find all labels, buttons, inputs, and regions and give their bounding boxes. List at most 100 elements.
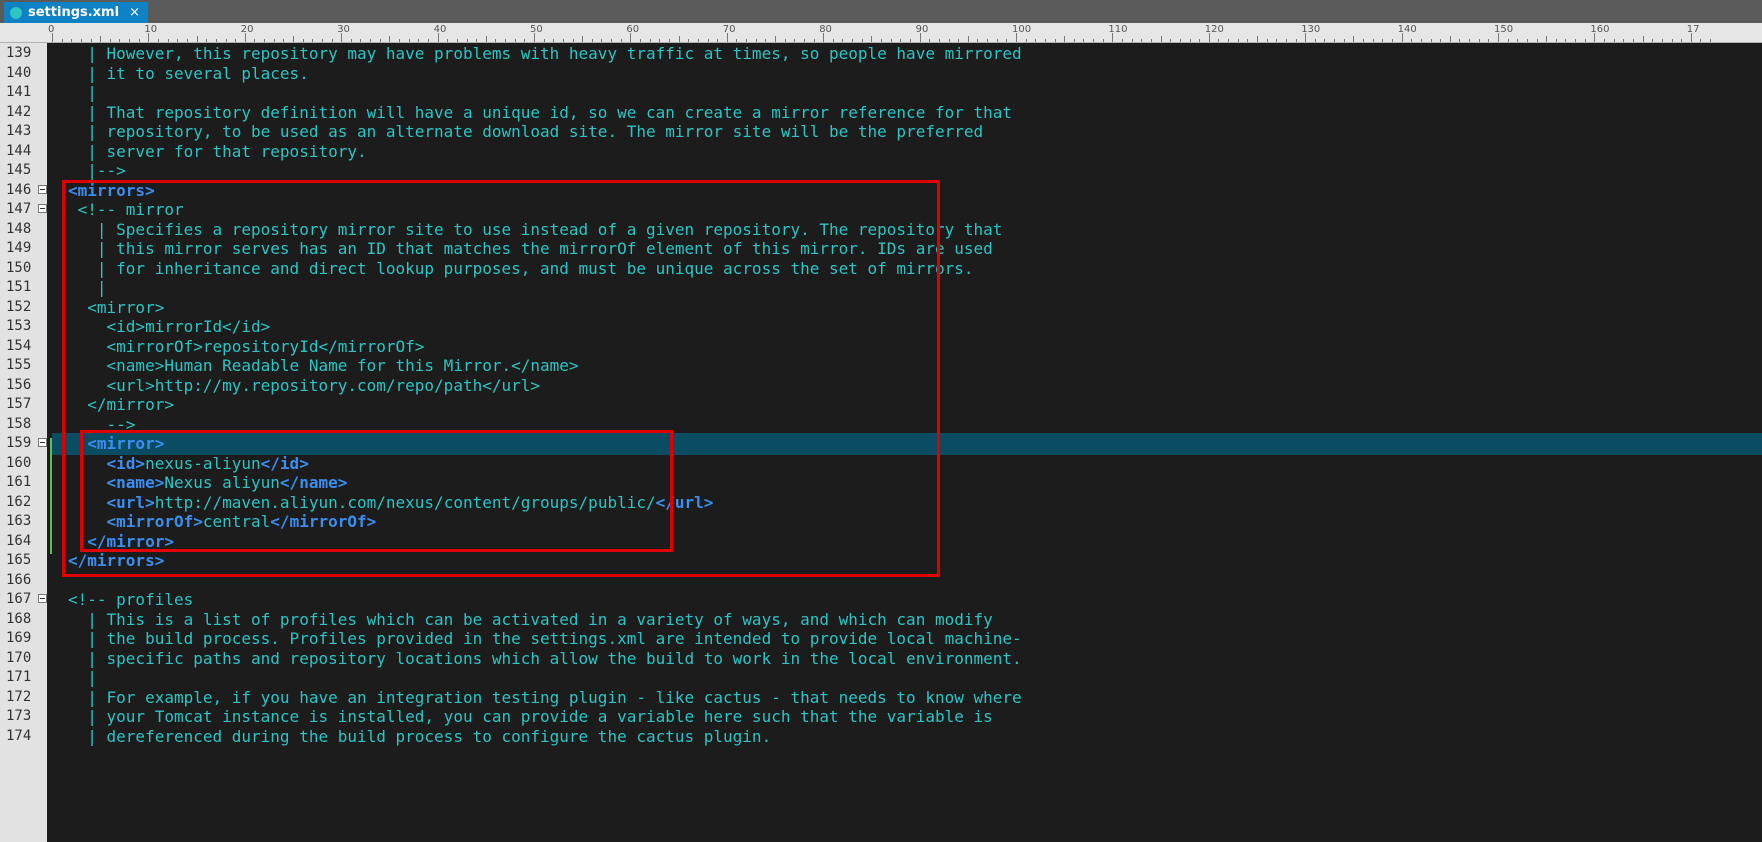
line-number: 174 [6, 727, 32, 744]
ruler-tick [967, 36, 969, 42]
ruler-tick [514, 39, 516, 42]
ruler-tick [543, 39, 545, 42]
gutter-line: 174 [0, 726, 47, 748]
line-number: 168 [6, 610, 32, 627]
ruler-tick [61, 39, 63, 42]
ruler-tick [1343, 39, 1345, 42]
line-number: 161 [6, 474, 32, 490]
ruler-tick [890, 39, 892, 42]
ruler-tick [225, 39, 227, 42]
ruler-tick [264, 39, 266, 42]
ruler-tick [736, 39, 738, 42]
ruler-tick [1517, 39, 1519, 42]
ruler-tick [1681, 39, 1683, 42]
line-number: 142 [6, 103, 32, 120]
ruler-tick [1150, 39, 1152, 42]
ruler-tick [1025, 39, 1027, 42]
ruler-tick [765, 39, 767, 42]
ruler-label: 70 [722, 24, 736, 35]
line-number: 155 [6, 357, 32, 373]
ruler-tick [1391, 39, 1393, 42]
ruler-tick [784, 39, 786, 42]
line-number: 167 [6, 591, 32, 607]
ruler-tick [1228, 39, 1230, 42]
line-number: 170 [6, 649, 32, 666]
ruler-tick [1160, 36, 1162, 42]
ruler-tick [1449, 36, 1451, 42]
ruler-tick [1623, 39, 1625, 42]
ruler-label: 30 [337, 24, 350, 35]
ruler-tick [803, 39, 805, 42]
line-number: 140 [6, 64, 32, 81]
ruler-tick [379, 39, 381, 42]
ruler-tick [418, 39, 420, 42]
ruler-tick [427, 39, 429, 42]
ruler-tick [283, 39, 285, 42]
ruler-tick [1083, 39, 1085, 42]
ruler-tick [572, 39, 574, 42]
line-number: 173 [6, 708, 32, 724]
ruler-tick [938, 39, 940, 42]
line-number: 153 [6, 318, 32, 334]
ruler-tick [1044, 39, 1046, 42]
ruler-tick [456, 39, 458, 42]
ruler-tick [1102, 39, 1104, 42]
ruler-tick [697, 39, 699, 42]
ruler-tick [707, 39, 709, 42]
line-number: 143 [6, 123, 32, 139]
fold-toggle-icon[interactable] [38, 438, 47, 447]
ruler-label: 0 [48, 24, 55, 35]
ruler-tick [1199, 39, 1201, 42]
ruler-tick [215, 39, 217, 42]
tab-bar: settings.xml × [0, 0, 1762, 23]
ruler-tick [987, 39, 989, 42]
line-number: 158 [6, 415, 32, 432]
line-number-gutter: 139 140 141 142 143 144 145 146 147 148 149 150 151 1… [0, 43, 47, 842]
line-number: 169 [6, 630, 32, 646]
ruler-label: 140 [1397, 24, 1417, 35]
ruler-tick [1440, 39, 1442, 42]
ruler-tick [1555, 39, 1557, 42]
ruler-tick [1661, 39, 1663, 42]
ruler-tick [71, 39, 73, 42]
ruler-tick [90, 39, 92, 42]
ruler-tick [254, 39, 256, 42]
fold-toggle-icon[interactable] [38, 594, 47, 603]
ruler-tick [717, 39, 719, 42]
ruler-tick [1093, 39, 1095, 42]
fold-toggle-icon[interactable] [38, 184, 47, 194]
ruler-tick [206, 39, 208, 42]
ruler-tick [948, 39, 950, 42]
ruler-tick [1642, 36, 1644, 42]
ruler-tick [794, 39, 796, 42]
ruler-label: 10 [144, 24, 158, 35]
ruler-tick [1575, 39, 1577, 42]
code-text: | dereferenced during the build process … [68, 726, 772, 746]
ruler-tick [1035, 39, 1037, 42]
close-icon[interactable]: × [129, 5, 140, 20]
tab-settings-xml[interactable]: settings.xml × [4, 2, 148, 23]
code-line[interactable]: | dereferenced during the build process … [52, 726, 1762, 748]
ruler-tick [842, 39, 844, 42]
ruler-tick [158, 39, 160, 42]
line-number: 150 [6, 259, 32, 276]
ruler-tick [302, 39, 304, 42]
ruler-tick [1363, 39, 1365, 42]
ruler-tick [1584, 39, 1586, 42]
ruler-tick [186, 39, 188, 42]
line-number: 148 [6, 220, 32, 237]
code-editor[interactable]: | However, this repository may have prob… [52, 43, 1762, 842]
ruler-tick [505, 39, 507, 42]
ruler-tick [293, 36, 294, 42]
ruler-label: 40 [433, 24, 447, 35]
ruler-tick [1459, 39, 1461, 42]
ruler-tick [591, 39, 593, 42]
ruler-tick [958, 39, 960, 42]
ruler-tick [1526, 39, 1528, 42]
ruler-tick [746, 39, 748, 42]
ruler-tick [1324, 39, 1326, 42]
ruler-tick [524, 39, 526, 42]
fold-toggle-icon[interactable] [38, 204, 47, 213]
ruler-tick [100, 36, 102, 42]
ruler-tick [466, 39, 468, 42]
